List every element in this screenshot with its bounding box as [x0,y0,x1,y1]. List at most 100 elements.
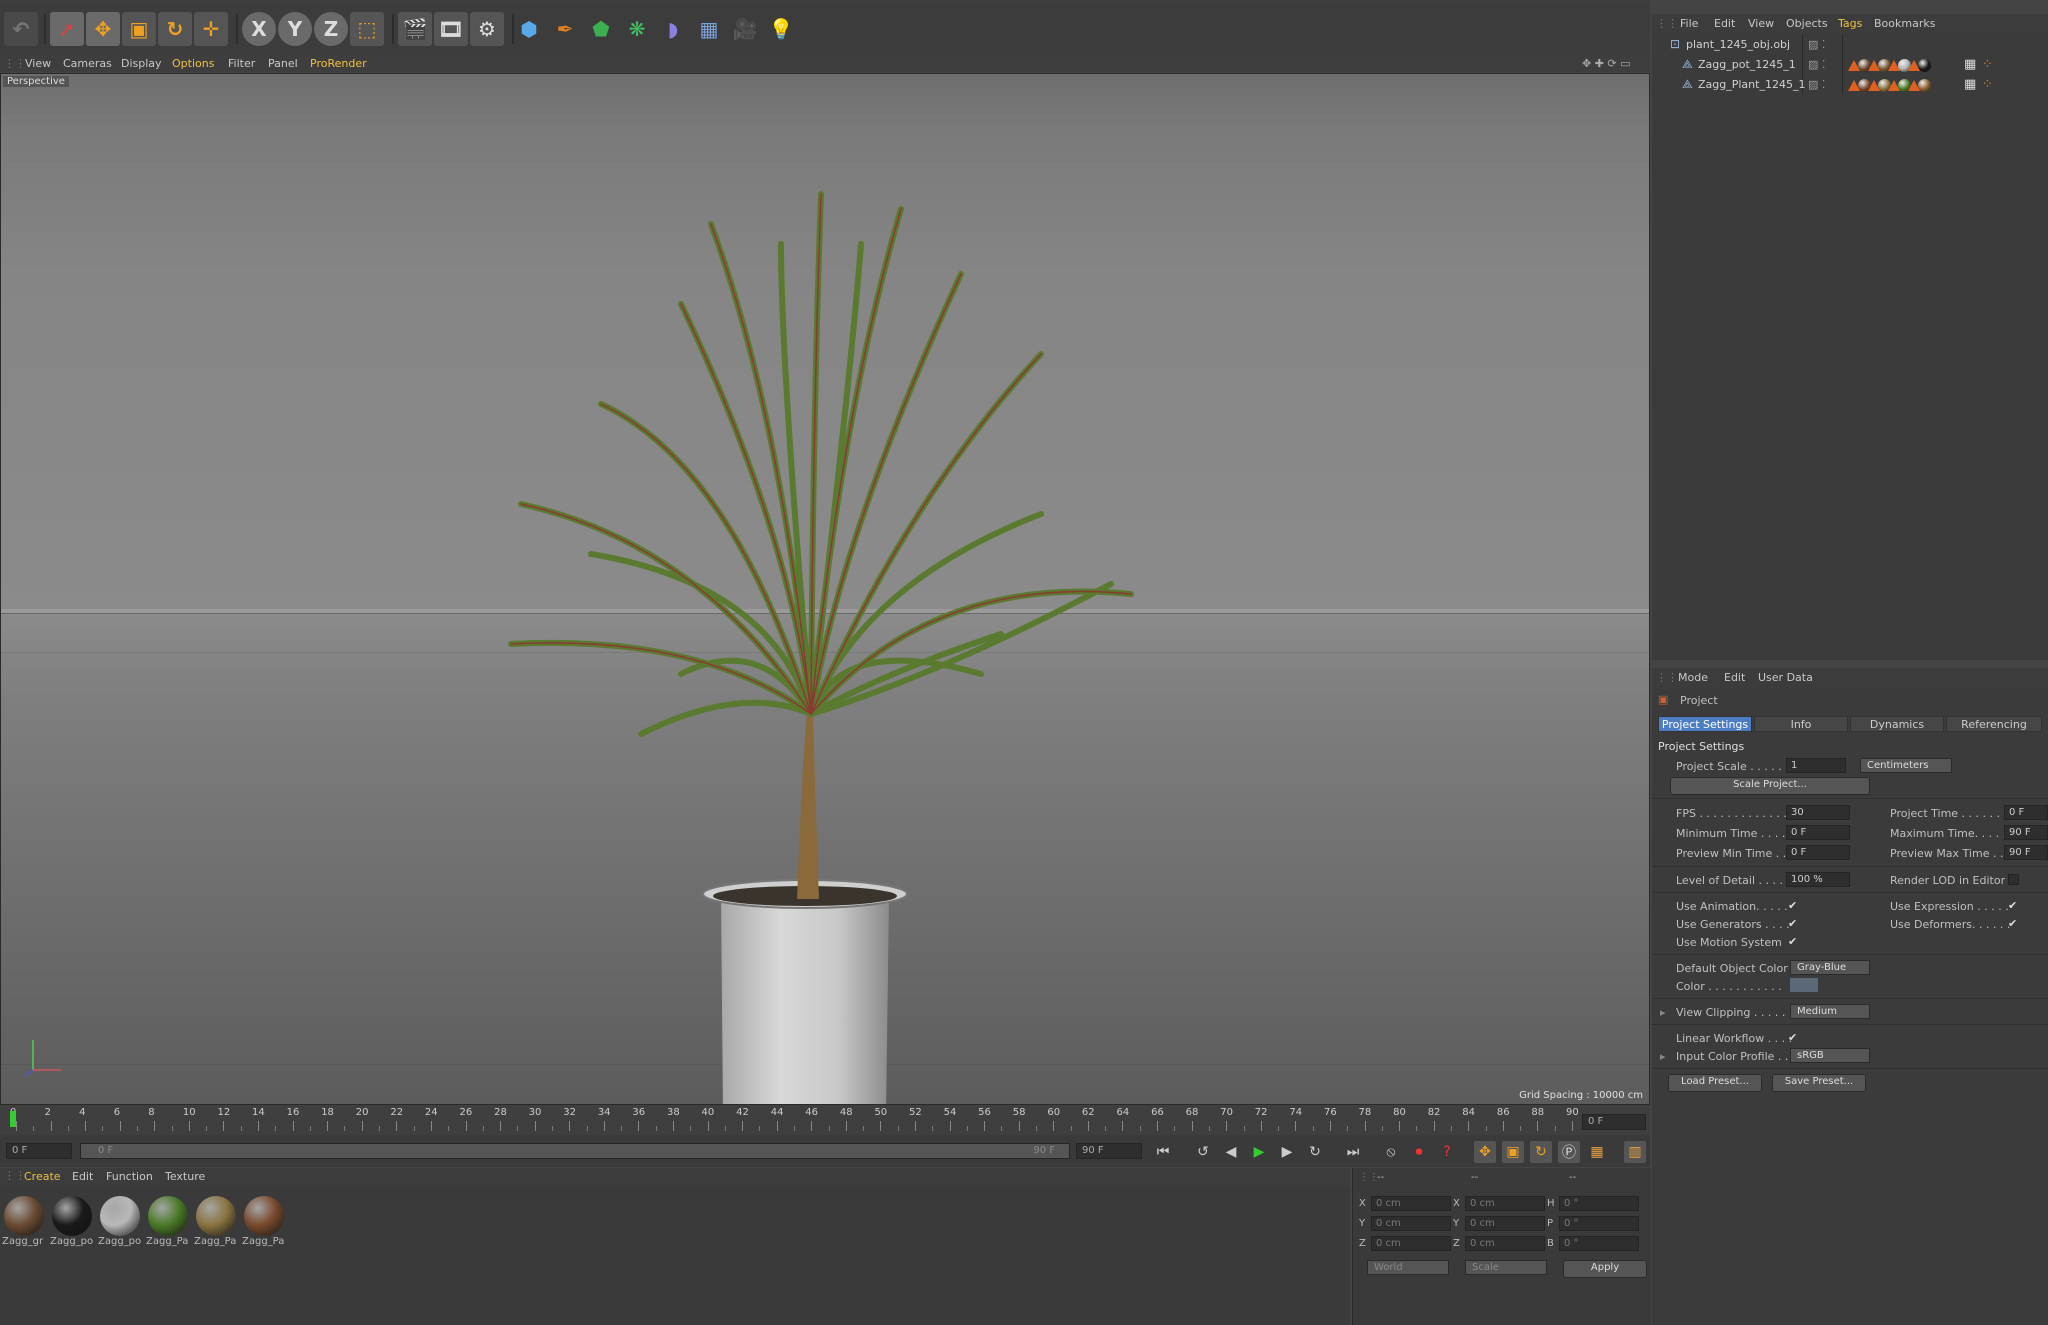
menu-prorender[interactable]: ProRender [310,57,367,70]
obj-menu-view[interactable]: View [1748,17,1774,30]
coord-value-field[interactable]: 0 cm [1371,1216,1451,1231]
mat-menu-create[interactable]: Create [24,1170,61,1183]
scale-project-button[interactable]: Scale Project... [1670,777,1870,795]
phong-tag-icon[interactable]: ⁘ [1982,57,1993,72]
next-frame-button[interactable]: ▶ [1276,1141,1298,1163]
rotate-button[interactable]: ↻ [158,12,192,46]
lod-input[interactable]: 100 % [1786,872,1850,887]
color-swatch[interactable] [1790,978,1818,992]
object-row[interactable]: ⟁ Zagg_Plant_1245_1 ▨ ⁚ ▦ ⁘ [1652,76,2048,96]
preview-max-input[interactable]: 90 F [2004,845,2048,860]
coord-scale-dropdown[interactable]: Scale [1465,1260,1547,1275]
playhead-marker[interactable] [10,1111,16,1127]
coord-value-field[interactable]: 0 ° [1559,1196,1639,1211]
deformer-button[interactable]: ◗ [656,12,690,46]
save-preset-button[interactable]: Save Preset... [1772,1074,1866,1092]
use-generators-checkbox[interactable]: ✔ [1788,918,1800,930]
obj-menu-objects[interactable]: Objects [1786,17,1828,30]
mat-menu-edit[interactable]: Edit [72,1170,93,1183]
preview-min-input[interactable]: 0 F [1786,845,1850,860]
coords-apply-button[interactable]: Apply [1563,1260,1647,1278]
material-tag-icon[interactable] [1918,59,1931,72]
tab-info[interactable]: Info [1754,716,1848,732]
material-swatch[interactable]: Zagg_Pa [146,1196,190,1247]
coord-mode-dropdown[interactable]: World [1367,1260,1449,1275]
z-axis-button[interactable]: Z [314,12,348,46]
coord-value-field[interactable]: 0 ° [1559,1236,1639,1251]
attr-menu-user-data[interactable]: User Data [1758,671,1813,684]
tab-dynamics[interactable]: Dynamics [1850,716,1944,732]
tab-referencing[interactable]: Referencing [1946,716,2042,732]
checker-tag-icon[interactable]: ▦ [1964,57,1976,72]
object-row[interactable]: ⟁ Zagg_pot_1245_1 ▨ ⁚ ▦ ⁘ [1652,56,2048,76]
transform-button[interactable]: ✛ [194,12,228,46]
coord-value-field[interactable]: 0 cm [1465,1216,1545,1231]
goto-start-button[interactable]: ⏮ [1152,1141,1174,1163]
material-tag-icon[interactable] [1918,79,1931,92]
object-row-root[interactable]: ⊡ plant_1245_obj.obj ▨ ⁚ [1652,36,2048,56]
input-color-profile-dropdown[interactable]: sRGB [1790,1048,1870,1063]
coord-value-field[interactable]: 0 cm [1465,1236,1545,1251]
material-swatch[interactable]: Zagg_po [50,1196,94,1247]
attr-menu-mode[interactable]: Mode [1678,671,1708,684]
material-swatch[interactable]: Zagg_po [98,1196,142,1247]
view-clipping-dropdown[interactable]: Medium [1790,1004,1870,1019]
expand-arrow-icon[interactable]: ▸ [1660,1006,1666,1019]
tab-project-settings[interactable]: Project Settings [1658,716,1752,732]
cloner-button[interactable]: ❋ [620,12,654,46]
checker-tag-icon[interactable]: ▦ [1964,77,1976,92]
end-frame-field[interactable]: 90 F [1076,1143,1142,1159]
live-selection-button[interactable]: ➚ [50,12,84,46]
prev-frame-button[interactable]: ◀ [1220,1141,1242,1163]
move-button[interactable]: ✥ [86,12,120,46]
coord-value-field[interactable]: 0 cm [1371,1196,1451,1211]
fps-input[interactable]: 30 [1786,805,1850,820]
max-time-input[interactable]: 90 F [2004,825,2048,840]
autokey-button[interactable]: ⏺ [1408,1141,1430,1163]
camera-button[interactable]: 🎥 [728,12,762,46]
coord-value-field[interactable]: 0 cm [1371,1236,1451,1251]
extrude-button[interactable]: ⬟ [584,12,618,46]
use-deformers-checkbox[interactable]: ✔ [2008,918,2020,930]
key-scale-button[interactable]: ▣ [1502,1141,1524,1163]
pen-button[interactable]: ✒ [548,12,582,46]
material-swatch[interactable]: Zagg_gr [2,1196,46,1247]
record-active-button[interactable]: ⦸ [1380,1141,1402,1163]
viewport-nav-icons[interactable]: ✥ ✚ ⟳ ▭ [1582,57,1631,70]
key-position-button[interactable]: ✥ [1474,1141,1496,1163]
frame-range-slider[interactable]: 0 F 90 F [80,1143,1070,1159]
use-motion-checkbox[interactable]: ✔ [1788,936,1800,948]
visibility-toggle-icon[interactable]: ▨ ⁚ [1808,38,1825,51]
obj-menu-file[interactable]: File [1680,17,1698,30]
play-button[interactable]: ▶ [1248,1141,1270,1163]
light-button[interactable]: 💡 [764,12,798,46]
render-view-button[interactable]: 🎬 [398,12,432,46]
project-scale-input[interactable]: 1 [1786,758,1846,773]
3d-viewport[interactable]: Perspective Grid Spacing: 10000 cm [0,73,1650,1105]
y-axis-button[interactable]: Y [278,12,312,46]
material-swatch[interactable]: Zagg_Pa [194,1196,238,1247]
phong-tag-icon[interactable]: ⁘ [1982,77,1993,92]
default-color-dropdown[interactable]: Gray-Blue [1790,960,1870,975]
prev-key-button[interactable]: ↺ [1192,1141,1214,1163]
menu-options[interactable]: Options [172,57,214,70]
coord-value-field[interactable]: 0 cm [1465,1196,1545,1211]
x-axis-button[interactable]: X [242,12,276,46]
keyframe-selection-button[interactable]: ? [1436,1141,1458,1163]
render-lod-checkbox[interactable] [2008,874,2019,885]
goto-end-button[interactable]: ⏭ [1342,1141,1364,1163]
load-preset-button[interactable]: Load Preset... [1668,1074,1762,1092]
material-swatch[interactable]: Zagg_Pa [242,1196,286,1247]
obj-menu-edit[interactable]: Edit [1714,17,1735,30]
obj-menu-tags[interactable]: Tags [1838,17,1862,30]
obj-menu-bookmarks[interactable]: Bookmarks [1874,17,1935,30]
linear-workflow-checkbox[interactable]: ✔ [1788,1032,1800,1044]
coordinate-system-button[interactable]: ⬚ [350,12,384,46]
render-picture-viewer-button[interactable]: 🎞 [434,12,468,46]
menu-view[interactable]: View [25,57,51,70]
scale-button[interactable]: ▣ [122,12,156,46]
key-parameter-button[interactable]: Ⓟ [1558,1141,1580,1163]
mat-menu-function[interactable]: Function [106,1170,153,1183]
start-frame-field[interactable]: 0 F [6,1143,72,1159]
project-time-input[interactable]: 0 F [2004,805,2048,820]
